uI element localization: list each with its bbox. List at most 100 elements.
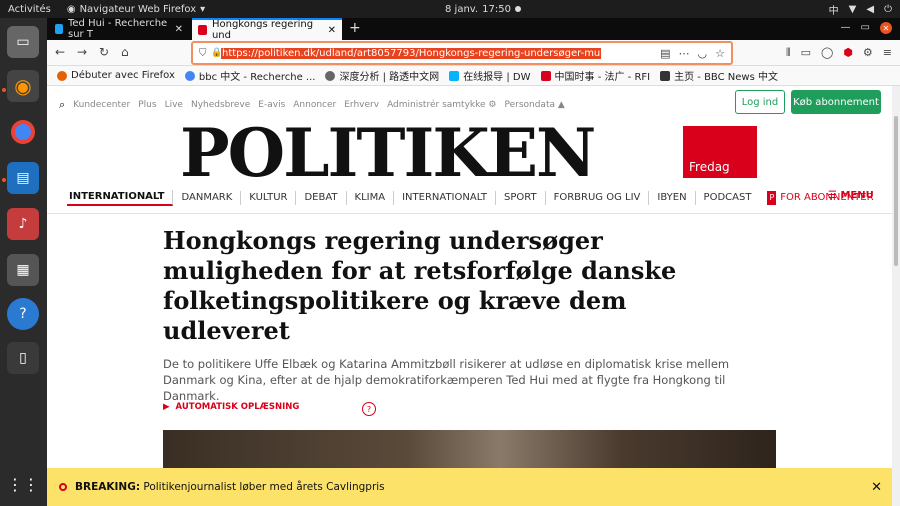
- article-lead: De to politikere Uffe Elbæk og Katarina …: [163, 357, 730, 403]
- nav-divider: [47, 213, 892, 214]
- shield-icon[interactable]: ⛉: [199, 48, 207, 59]
- section-podcast[interactable]: PODCAST: [696, 191, 760, 205]
- util-link-consent[interactable]: Administrér samtykke ⚙: [387, 100, 496, 110]
- subscribe-button[interactable]: Køb abonnement: [791, 90, 881, 114]
- menu-button[interactable]: ☰ MENU: [828, 190, 874, 201]
- clock[interactable]: 8 janv. 17:50: [445, 4, 521, 15]
- play-icon: ▶: [163, 402, 170, 412]
- bookmark-item[interactable]: 中国时事 - 法广 - RFI: [540, 68, 651, 83]
- close-tab-icon[interactable]: ✕: [175, 24, 183, 35]
- audio-recorder-icon[interactable]: ♪: [7, 208, 39, 240]
- navigation-toolbar: ← → ↻ ⌂ ⛉ 🔒 https://politiken.dk/udland/…: [47, 40, 900, 66]
- media-player-icon[interactable]: ▯: [7, 342, 39, 374]
- globe-icon: [325, 70, 336, 81]
- power-icon[interactable]: ⏻: [884, 4, 892, 15]
- reload-icon[interactable]: ↻: [99, 45, 109, 59]
- bookmark-star-icon[interactable]: ☆: [715, 47, 725, 60]
- system-top-bar: Activités ◉ Navigateur Web Firefox ▾ 8 j…: [0, 0, 900, 18]
- chromium-icon[interactable]: [7, 116, 39, 148]
- url-text[interactable]: https://politiken.dk/udland/art8057793/H…: [221, 47, 601, 59]
- close-tab-icon[interactable]: ✕: [328, 25, 336, 36]
- running-indicator: [2, 178, 6, 182]
- reader-view-icon[interactable]: ▤: [660, 47, 670, 60]
- volume-icon[interactable]: ◀: [866, 4, 874, 15]
- rfi-icon: [540, 70, 551, 81]
- minimize-icon[interactable]: —: [841, 22, 851, 34]
- more-actions-icon[interactable]: ⋯: [679, 47, 690, 60]
- network-icon[interactable]: ▼: [849, 4, 857, 15]
- site-logo[interactable]: POLITIKEN: [180, 118, 596, 188]
- hamburger-menu-icon[interactable]: ≡: [883, 46, 892, 60]
- util-link-kundecenter[interactable]: Kundecenter: [73, 100, 130, 110]
- bookmark-item[interactable]: 深度分析 | 路透中文网: [325, 68, 439, 83]
- activities-button[interactable]: Activités: [8, 4, 51, 15]
- section-danmark[interactable]: DANMARK: [173, 191, 242, 205]
- files-icon[interactable]: ▭: [7, 26, 39, 58]
- maximize-icon[interactable]: ▭: [861, 22, 870, 34]
- util-link-erhverv[interactable]: Erhverv: [344, 100, 379, 110]
- section-forbrug[interactable]: FORBRUG OG LIV: [546, 191, 650, 205]
- audio-help-icon[interactable]: ?: [362, 402, 376, 416]
- section-sport[interactable]: SPORT: [496, 191, 546, 205]
- sidebar-icon[interactable]: ▭: [801, 46, 811, 60]
- tab-politiken[interactable]: Hongkongs regering und ✕: [192, 18, 342, 41]
- notification-dot-icon: [514, 6, 521, 12]
- pocket-icon[interactable]: ◡: [698, 47, 708, 60]
- account-icon[interactable]: ◯: [821, 46, 833, 60]
- util-link-annoncer[interactable]: Annoncer: [293, 100, 336, 110]
- forward-icon[interactable]: →: [77, 45, 87, 59]
- breaking-indicator-icon: [59, 483, 67, 491]
- util-link-nyhedsbreve[interactable]: Nyhedsbreve: [191, 100, 250, 110]
- home-icon[interactable]: ⌂: [121, 45, 129, 59]
- page-scrollbar[interactable]: [892, 86, 900, 506]
- clock-time: 17:50: [482, 3, 511, 15]
- url-actions: ▤ ⋯ ◡ ☆: [660, 47, 725, 60]
- breaking-news-bar[interactable]: BREAKING: Politikenjournalist løber med …: [47, 468, 892, 506]
- bbc-icon: [660, 70, 671, 81]
- firefox-dock-icon[interactable]: ◉: [7, 70, 39, 102]
- clock-date: 8 janv.: [445, 3, 479, 15]
- section-debat[interactable]: DEBAT: [296, 191, 347, 205]
- section-current[interactable]: INTERNATIONALT: [67, 190, 174, 206]
- tab-label: Hongkongs regering und: [211, 19, 314, 41]
- utility-nav: ⌕ Kundecenter Plus Live Nyhedsbreve E-av…: [59, 98, 565, 112]
- section-kultur[interactable]: KULTUR: [241, 191, 297, 205]
- new-tab-icon[interactable]: +: [349, 20, 361, 36]
- bookmark-item[interactable]: 主页 - BBC News 中文: [660, 68, 778, 83]
- breaking-text[interactable]: BREAKING: Politikenjournalist løber med …: [75, 481, 385, 493]
- login-button[interactable]: Log ind: [735, 90, 785, 114]
- util-link-plus[interactable]: Plus: [138, 100, 156, 110]
- close-window-icon[interactable]: ✕: [880, 22, 892, 34]
- util-link-persondata[interactable]: Persondata ▲: [504, 100, 564, 110]
- search-icon[interactable]: ⌕: [59, 98, 65, 112]
- app-menu[interactable]: ◉ Navigateur Web Firefox ▾: [67, 4, 205, 15]
- library-icon[interactable]: ⫴: [786, 46, 791, 60]
- lock-icon[interactable]: 🔒: [211, 48, 222, 58]
- url-bar[interactable]: ⛉ 🔒 https://politiken.dk/udland/art80577…: [191, 41, 733, 65]
- google-icon: [184, 70, 195, 81]
- input-method-indicator[interactable]: 中: [829, 2, 839, 17]
- section-ibyen[interactable]: IBYEN: [649, 191, 696, 205]
- video-editor-icon[interactable]: ▦: [7, 254, 39, 286]
- util-link-e-avis[interactable]: E-avis: [258, 100, 285, 110]
- section-klima[interactable]: KLIMA: [347, 191, 395, 205]
- writer-icon[interactable]: ▤: [7, 162, 39, 194]
- close-icon[interactable]: ✕: [871, 480, 882, 495]
- tab-ted-hui[interactable]: Ted Hui - Recherche sur T ✕: [49, 18, 189, 40]
- audio-play-button[interactable]: ▶ AUTOMATISK OPLÆSNING: [163, 402, 299, 412]
- back-icon[interactable]: ←: [55, 45, 65, 59]
- adblock-icon[interactable]: ⬢: [843, 46, 853, 60]
- util-link-live[interactable]: Live: [165, 100, 183, 110]
- firefox-icon: [57, 70, 67, 81]
- bookmark-item[interactable]: Débuter avec Firefox: [57, 70, 175, 81]
- extension-icon[interactable]: ⚙: [863, 46, 873, 60]
- chevron-down-icon: ▾: [200, 3, 206, 15]
- bookmark-item[interactable]: 在线报导 | DW: [449, 68, 531, 83]
- bookmark-label: 中国时事 - 法广 - RFI: [554, 72, 651, 83]
- section-internationalt[interactable]: INTERNATIONALT: [394, 191, 496, 205]
- bookmark-item[interactable]: bbc 中文 - Recherche ...: [184, 68, 315, 83]
- scrollbar-thumb[interactable]: [894, 116, 898, 266]
- show-apps-icon[interactable]: ⋮⋮: [7, 468, 39, 500]
- firefox-icon: ◉: [66, 3, 76, 15]
- help-icon[interactable]: ?: [7, 298, 39, 330]
